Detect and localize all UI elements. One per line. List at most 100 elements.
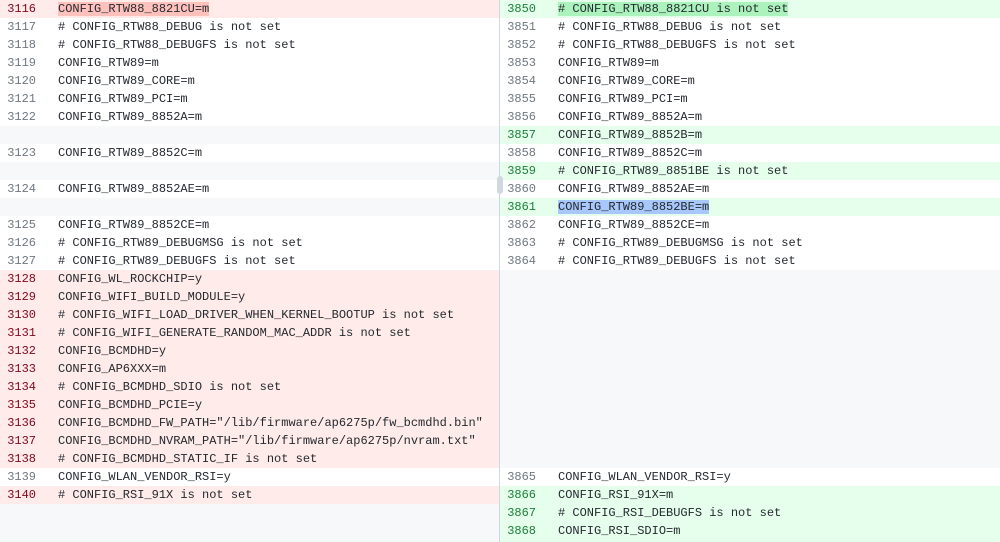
- line-content: CONFIG_RTW89_8852AE=m: [46, 180, 499, 198]
- diff-line[interactable]: 3855CONFIG_RTW89_PCI=m: [500, 90, 1000, 108]
- diff-line[interactable]: 3136CONFIG_BCMDHD_FW_PATH="/lib/firmware…: [0, 414, 499, 432]
- line-number: 3856: [500, 108, 546, 126]
- diff-line[interactable]: 3137CONFIG_BCMDHD_NVRAM_PATH="/lib/firmw…: [0, 432, 499, 450]
- diff-line[interactable]: [0, 522, 499, 540]
- line-content: CONFIG_RTW89_8852AE=m: [546, 180, 1000, 198]
- diff-line[interactable]: 3864# CONFIG_RTW89_DEBUGFS is not set: [500, 252, 1000, 270]
- line-content: # CONFIG_RSI_DEBUGFS is not set: [546, 504, 1000, 522]
- diff-line[interactable]: 3856CONFIG_RTW89_8852A=m: [500, 108, 1000, 126]
- line-content: CONFIG_BCMDHD_FW_PATH="/lib/firmware/ap6…: [46, 414, 499, 432]
- diff-line[interactable]: 3868CONFIG_RSI_SDIO=m: [500, 522, 1000, 540]
- diff-line[interactable]: [500, 306, 1000, 324]
- line-content: CONFIG_RTW89_CORE=m: [546, 72, 1000, 90]
- diff-line[interactable]: [0, 162, 499, 180]
- diff-line[interactable]: 3852# CONFIG_RTW88_DEBUGFS is not set: [500, 36, 1000, 54]
- line-content: [546, 414, 1000, 432]
- diff-line[interactable]: [500, 432, 1000, 450]
- diff-line[interactable]: [500, 270, 1000, 288]
- diff-line[interactable]: 3116CONFIG_RTW88_8821CU=m: [0, 0, 499, 18]
- code-segment: # CONFIG_RSI_91X is not set: [58, 488, 252, 502]
- diff-line[interactable]: 3866CONFIG_RSI_91X=m: [500, 486, 1000, 504]
- diff-line[interactable]: 3850# CONFIG_RTW88_8821CU is not set: [500, 0, 1000, 18]
- line-content: CONFIG_AP6XXX=m: [46, 360, 499, 378]
- diff-line[interactable]: 3134# CONFIG_BCMDHD_SDIO is not set: [0, 378, 499, 396]
- code-segment: CONFIG_RTW89_PCI=m: [58, 92, 188, 106]
- line-content: CONFIG_WL_ROCKCHIP=y: [46, 270, 499, 288]
- diff-line[interactable]: 3857CONFIG_RTW89_8852B=m: [500, 126, 1000, 144]
- code-segment: # CONFIG_WIFI_LOAD_DRIVER_WHEN_KERNEL_BO…: [58, 308, 454, 322]
- diff-line[interactable]: 3140 # CONFIG_RSI_91X is not set: [0, 486, 499, 504]
- diff-line[interactable]: 3139CONFIG_WLAN_VENDOR_RSI=y: [0, 468, 499, 486]
- line-number: 3134: [0, 378, 46, 396]
- diff-line[interactable]: [500, 396, 1000, 414]
- line-content: CONFIG_RTW89_PCI=m: [546, 90, 1000, 108]
- diff-line[interactable]: 3854CONFIG_RTW89_CORE=m: [500, 72, 1000, 90]
- diff-line[interactable]: 3118# CONFIG_RTW88_DEBUGFS is not set: [0, 36, 499, 54]
- diff-line[interactable]: 3133CONFIG_AP6XXX=m: [0, 360, 499, 378]
- diff-line[interactable]: 3131# CONFIG_WIFI_GENERATE_RANDOM_MAC_AD…: [0, 324, 499, 342]
- line-content: CONFIG_RTW89=m: [546, 54, 1000, 72]
- line-number: 3128: [0, 270, 46, 288]
- line-content: CONFIG_BCMDHD=y: [46, 342, 499, 360]
- diff-line[interactable]: 3129CONFIG_WIFI_BUILD_MODULE=y: [0, 288, 499, 306]
- diff-line[interactable]: 3130# CONFIG_WIFI_LOAD_DRIVER_WHEN_KERNE…: [0, 306, 499, 324]
- line-content: [46, 504, 499, 522]
- diff-line[interactable]: 3127# CONFIG_RTW89_DEBUGFS is not set: [0, 252, 499, 270]
- diff-line[interactable]: 3858CONFIG_RTW89_8852C=m: [500, 144, 1000, 162]
- diff-line[interactable]: [500, 324, 1000, 342]
- diff-line[interactable]: 3865CONFIG_WLAN_VENDOR_RSI=y: [500, 468, 1000, 486]
- diff-line[interactable]: 3122CONFIG_RTW89_8852A=m: [0, 108, 499, 126]
- diff-line[interactable]: [500, 342, 1000, 360]
- code-segment: CONFIG_RTW89_PCI=m: [558, 92, 688, 106]
- line-content: [546, 360, 1000, 378]
- scroll-sync-handle-icon[interactable]: [497, 176, 503, 194]
- line-number: 3126: [0, 234, 46, 252]
- diff-line[interactable]: 3138# CONFIG_BCMDHD_STATIC_IF is not set: [0, 450, 499, 468]
- diff-line[interactable]: 3126 # CONFIG_RTW89_DEBUGMSG is not set: [0, 234, 499, 252]
- diff-line[interactable]: 3863# CONFIG_RTW89_DEBUGMSG is not set: [500, 234, 1000, 252]
- diff-line[interactable]: 3859# CONFIG_RTW89_8851BE is not set: [500, 162, 1000, 180]
- line-content: CONFIG_RTW88_8821CU=m: [46, 0, 499, 18]
- diff-line[interactable]: [500, 450, 1000, 468]
- diff-line[interactable]: 3851# CONFIG_RTW88_DEBUG is not set: [500, 18, 1000, 36]
- diff-line[interactable]: [0, 126, 499, 144]
- diff-line[interactable]: 3132CONFIG_BCMDHD=y: [0, 342, 499, 360]
- diff-line[interactable]: [500, 288, 1000, 306]
- code-segment: # CONFIG_RTW89_DEBUGMSG is not set: [58, 236, 303, 250]
- line-number: 3140: [0, 486, 46, 504]
- line-content: # CONFIG_RTW88_DEBUGFS is not set: [546, 36, 1000, 54]
- diff-line[interactable]: 3117# CONFIG_RTW88_DEBUG is not set: [0, 18, 499, 36]
- diff-line[interactable]: 3860CONFIG_RTW89_8852AE=m: [500, 180, 1000, 198]
- diff-line[interactable]: [500, 414, 1000, 432]
- diff-line[interactable]: 3135CONFIG_BCMDHD_PCIE=y: [0, 396, 499, 414]
- diff-line[interactable]: 3123CONFIG_RTW89_8852C=m: [0, 144, 499, 162]
- diff-line[interactable]: 3124CONFIG_RTW89_8852AE=m: [0, 180, 499, 198]
- diff-line[interactable]: 3119CONFIG_RTW89=m: [0, 54, 499, 72]
- diff-line[interactable]: 3867# CONFIG_RSI_DEBUGFS is not set: [500, 504, 1000, 522]
- line-number: 3862: [500, 216, 546, 234]
- diff-line[interactable]: [500, 378, 1000, 396]
- line-content: # CONFIG_WIFI_LOAD_DRIVER_WHEN_KERNEL_BO…: [46, 306, 499, 324]
- diff-line[interactable]: 3125CONFIG_RTW89_8852CE=m: [0, 216, 499, 234]
- diff-line[interactable]: 3862CONFIG_RTW89_8852CE=m: [500, 216, 1000, 234]
- code-segment: CONFIG_RTW89_8852AE=m: [558, 182, 709, 196]
- line-number: 3138: [0, 450, 46, 468]
- line-number: 3850: [500, 0, 546, 18]
- line-content: CONFIG_WLAN_VENDOR_RSI=y: [546, 468, 1000, 486]
- diff-line[interactable]: 3128CONFIG_WL_ROCKCHIP=y: [0, 270, 499, 288]
- code-segment: # CONFIG_RTW88_DEBUGFS is not set: [558, 38, 796, 52]
- diff-line[interactable]: 3861CONFIG_RTW89_8852BE=m: [500, 198, 1000, 216]
- diff-line[interactable]: 3121CONFIG_RTW89_PCI=m: [0, 90, 499, 108]
- diff-line[interactable]: [0, 504, 499, 522]
- diff-line[interactable]: [0, 198, 499, 216]
- code-segment: CONFIG_BCMDHD_NVRAM_PATH="/lib/firmware/…: [58, 434, 476, 448]
- line-content: [546, 270, 1000, 288]
- line-number: 3124: [0, 180, 46, 198]
- line-content: [546, 378, 1000, 396]
- diff-line[interactable]: [500, 360, 1000, 378]
- diff-line[interactable]: 3120CONFIG_RTW89_CORE=m: [0, 72, 499, 90]
- code-segment: CONFIG_RTW89_8852A=m: [58, 110, 202, 124]
- diff-left-pane[interactable]: 3116CONFIG_RTW88_8821CU=m3117# CONFIG_RT…: [0, 0, 500, 542]
- diff-line[interactable]: 3853CONFIG_RTW89=m: [500, 54, 1000, 72]
- diff-right-pane[interactable]: 3850# CONFIG_RTW88_8821CU is not set3851…: [500, 0, 1000, 542]
